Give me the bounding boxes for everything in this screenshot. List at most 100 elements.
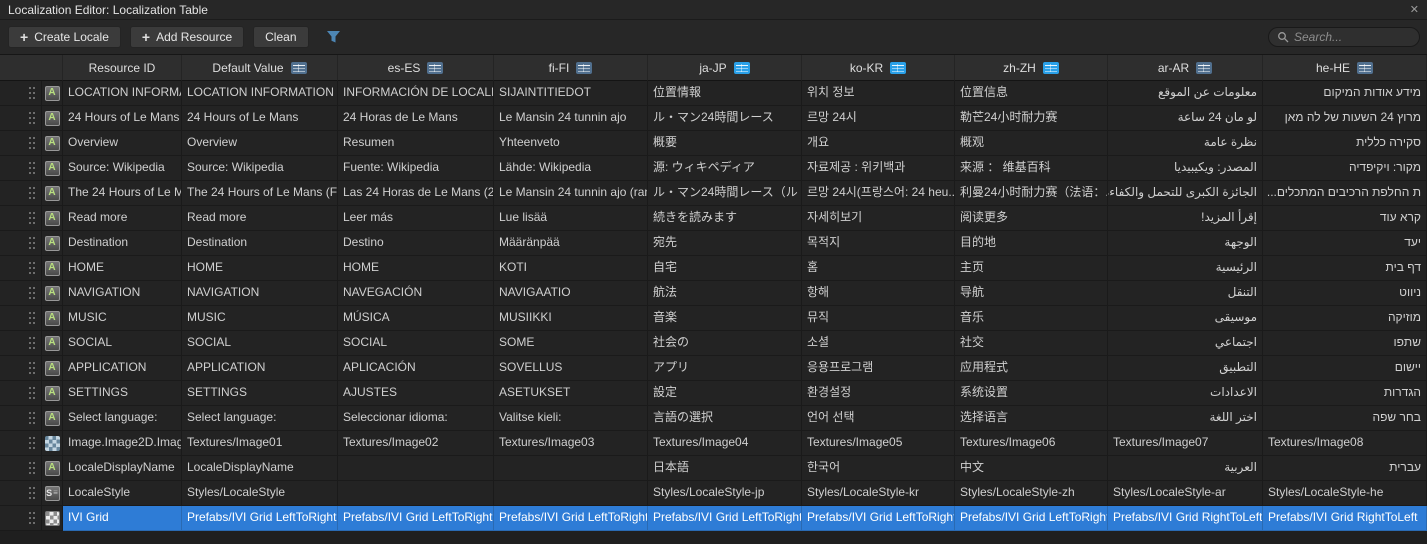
cell-zh-ZH[interactable]: 来源 ： 维基百科 bbox=[955, 156, 1108, 181]
cell-es-ES[interactable]: INFORMACIÓN DE LOCALIZACIÓN bbox=[338, 81, 494, 106]
cell-zh-ZH[interactable]: 中文 bbox=[955, 456, 1108, 481]
cell-resource-id[interactable]: IVI Grid bbox=[63, 506, 182, 531]
cell-ja-JP[interactable]: 位置情報 bbox=[648, 81, 802, 106]
cell-zh-ZH[interactable]: Textures/Image06 bbox=[955, 431, 1108, 456]
cell-ko-KR[interactable]: 언어 선택 bbox=[802, 406, 955, 431]
table-row[interactable]: IVI Grid Prefabs/IVI Grid LeftToRight Pref… bbox=[0, 506, 1427, 531]
column-header-default-value[interactable]: Default Value bbox=[182, 55, 338, 81]
cell-ar-AR[interactable]: التطبيق bbox=[1108, 356, 1263, 381]
column-header-ja-JP[interactable]: ja-JP bbox=[648, 55, 802, 81]
cell-he-HE[interactable]: מקור: ויקיפדיה bbox=[1263, 156, 1427, 181]
cell-he-HE[interactable]: בחר שפה bbox=[1263, 406, 1427, 431]
cell-ko-KR[interactable]: 르망 24시(프랑스어: 24 heu... bbox=[802, 181, 955, 206]
drag-handle[interactable] bbox=[0, 181, 42, 206]
cell-ja-JP[interactable]: 続きを読みます bbox=[648, 206, 802, 231]
cell-default-value[interactable]: Read more bbox=[182, 206, 338, 231]
cell-ko-KR[interactable]: Styles/LocaleStyle-kr bbox=[802, 481, 955, 506]
cell-ar-AR[interactable]: المصدر: ويكيبيديا bbox=[1108, 156, 1263, 181]
cell-he-HE[interactable]: Styles/LocaleStyle-he bbox=[1263, 481, 1427, 506]
cell-he-HE[interactable]: הגדרות bbox=[1263, 381, 1427, 406]
cell-es-ES[interactable]: 24 Horas de Le Mans bbox=[338, 106, 494, 131]
cell-resource-id[interactable]: Source: Wikipedia bbox=[63, 156, 182, 181]
cell-ko-KR[interactable]: 응용프로그램 bbox=[802, 356, 955, 381]
cell-fi-FI[interactable]: Lue lisää bbox=[494, 206, 648, 231]
cell-es-ES[interactable]: APLICACIÓN bbox=[338, 356, 494, 381]
cell-he-HE[interactable]: מוזיקה bbox=[1263, 306, 1427, 331]
drag-handle[interactable] bbox=[0, 156, 42, 181]
cell-zh-ZH[interactable]: 阅读更多 bbox=[955, 206, 1108, 231]
cell-ar-AR[interactable]: الوجهة bbox=[1108, 231, 1263, 256]
cell-fi-FI[interactable]: Valitse kieli: bbox=[494, 406, 648, 431]
drag-handle[interactable] bbox=[0, 81, 42, 106]
cell-resource-id[interactable]: Select language: bbox=[63, 406, 182, 431]
cell-he-HE[interactable]: יעד bbox=[1263, 231, 1427, 256]
cell-resource-id[interactable]: The 24 Hours of Le Mans bbox=[63, 181, 182, 206]
column-header-zh-ZH[interactable]: zh-ZH bbox=[955, 55, 1108, 81]
cell-fi-FI[interactable]: SOME bbox=[494, 331, 648, 356]
cell-resource-id[interactable]: NAVIGATION bbox=[63, 281, 182, 306]
cell-ar-AR[interactable]: الرئيسية bbox=[1108, 256, 1263, 281]
drag-handle[interactable] bbox=[0, 406, 42, 431]
cell-fi-FI[interactable] bbox=[494, 456, 648, 481]
cell-ar-AR[interactable]: إقرأ المزيد! bbox=[1108, 206, 1263, 231]
cell-ko-KR[interactable]: 한국어 bbox=[802, 456, 955, 481]
cell-ar-AR[interactable]: التنقل bbox=[1108, 281, 1263, 306]
cell-ja-JP[interactable]: ル・マン24時間レース bbox=[648, 106, 802, 131]
cell-ko-KR[interactable]: 뮤직 bbox=[802, 306, 955, 331]
cell-es-ES[interactable]: AJUSTES bbox=[338, 381, 494, 406]
cell-resource-id[interactable]: LocaleDisplayName bbox=[63, 456, 182, 481]
cell-fi-FI[interactable]: Le Mansin 24 tunnin ajo bbox=[494, 106, 648, 131]
cell-fi-FI[interactable]: SIJAINTITIEDOT bbox=[494, 81, 648, 106]
cell-ko-KR[interactable]: 항해 bbox=[802, 281, 955, 306]
cell-he-HE[interactable]: עברית bbox=[1263, 456, 1427, 481]
cell-ja-JP[interactable]: Prefabs/IVI Grid LeftToRight bbox=[648, 506, 802, 531]
cell-resource-id[interactable]: MUSIC bbox=[63, 306, 182, 331]
cell-default-value[interactable]: Select language: bbox=[182, 406, 338, 431]
create-locale-button[interactable]: + Create Locale bbox=[8, 26, 121, 48]
cell-fi-FI[interactable]: Prefabs/IVI Grid LeftToRight bbox=[494, 506, 648, 531]
clean-button[interactable]: Clean bbox=[253, 26, 309, 48]
cell-fi-FI[interactable]: Textures/Image03 bbox=[494, 431, 648, 456]
cell-resource-id[interactable]: SETTINGS bbox=[63, 381, 182, 406]
cell-es-ES[interactable]: MÚSICA bbox=[338, 306, 494, 331]
drag-handle[interactable] bbox=[0, 281, 42, 306]
cell-ar-AR[interactable]: Textures/Image07 bbox=[1108, 431, 1263, 456]
column-header-he-HE[interactable]: he-HE bbox=[1263, 55, 1427, 81]
drag-handle[interactable] bbox=[0, 481, 42, 506]
cell-default-value[interactable]: The 24 Hours of Le Mans (Fr... bbox=[182, 181, 338, 206]
drag-handle[interactable] bbox=[0, 331, 42, 356]
cell-zh-ZH[interactable]: 位置信息 bbox=[955, 81, 1108, 106]
cell-ja-JP[interactable]: 設定 bbox=[648, 381, 802, 406]
cell-resource-id[interactable]: 24 Hours of Le Mans bbox=[63, 106, 182, 131]
drag-handle[interactable] bbox=[0, 456, 42, 481]
cell-es-ES[interactable]: HOME bbox=[338, 256, 494, 281]
column-header-ar-AR[interactable]: ar-AR bbox=[1108, 55, 1263, 81]
drag-handle[interactable] bbox=[0, 231, 42, 256]
cell-es-ES[interactable]: Resumen bbox=[338, 131, 494, 156]
cell-ko-KR[interactable]: 환경설정 bbox=[802, 381, 955, 406]
cell-he-HE[interactable]: יישום bbox=[1263, 356, 1427, 381]
cell-es-ES[interactable]: Destino bbox=[338, 231, 494, 256]
cell-es-ES[interactable] bbox=[338, 481, 494, 506]
cell-ja-JP[interactable]: 宛先 bbox=[648, 231, 802, 256]
cell-ja-JP[interactable]: アプリ bbox=[648, 356, 802, 381]
table-row[interactable]: SLocaleStyleStyles/LocaleStyle Styles/Loc… bbox=[0, 481, 1427, 506]
cell-es-ES[interactable]: SOCIAL bbox=[338, 331, 494, 356]
cell-es-ES[interactable]: Textures/Image02 bbox=[338, 431, 494, 456]
cell-he-HE[interactable]: Prefabs/IVI Grid RightToLeft bbox=[1263, 506, 1427, 531]
cell-ko-KR[interactable]: Textures/Image05 bbox=[802, 431, 955, 456]
cell-he-HE[interactable]: Textures/Image08 bbox=[1263, 431, 1427, 456]
drag-handle[interactable] bbox=[0, 106, 42, 131]
cell-he-HE[interactable]: סקירה כללית bbox=[1263, 131, 1427, 156]
column-header-ko-KR[interactable]: ko-KR bbox=[802, 55, 955, 81]
cell-zh-ZH[interactable]: 系统设置 bbox=[955, 381, 1108, 406]
table-row[interactable]: A HOME HOME HOME KOTI 自宅 홈 主页 الرئيسية דף בית bbox=[0, 256, 1427, 281]
cell-zh-ZH[interactable]: Styles/LocaleStyle-zh bbox=[955, 481, 1108, 506]
cell-resource-id[interactable]: HOME bbox=[63, 256, 182, 281]
cell-he-HE[interactable]: קרא עוד bbox=[1263, 206, 1427, 231]
cell-ar-AR[interactable]: اختر اللغة bbox=[1108, 406, 1263, 431]
cell-ar-AR[interactable]: معلومات عن الموقع bbox=[1108, 81, 1263, 106]
cell-zh-ZH[interactable]: 导航 bbox=[955, 281, 1108, 306]
drag-handle[interactable] bbox=[0, 206, 42, 231]
table-row[interactable]: A Select language: Select language: Selecci… bbox=[0, 406, 1427, 431]
